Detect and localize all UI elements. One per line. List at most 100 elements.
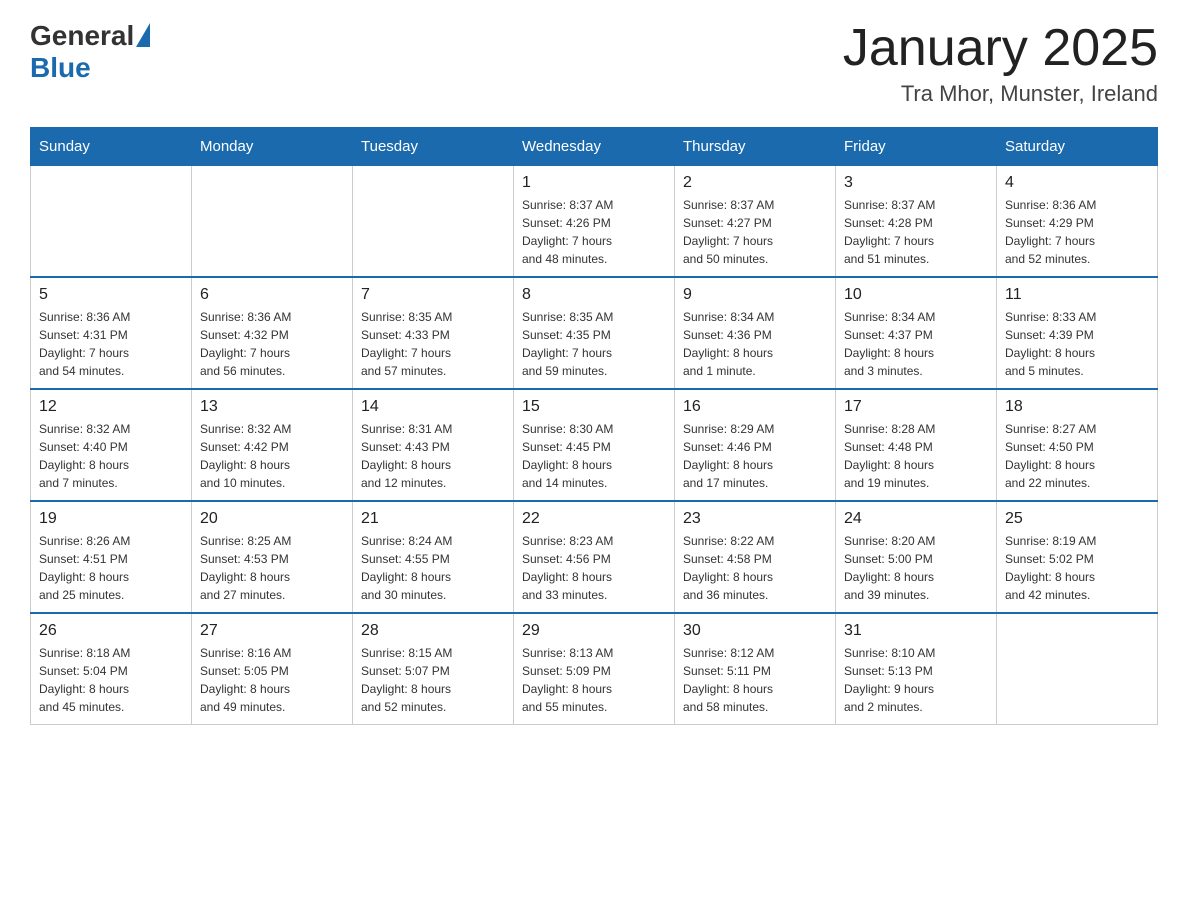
calendar-day-cell [353, 166, 514, 278]
calendar-day-cell: 31 Sunrise: 8:10 AM Sunset: 5:13 PM Dayli… [836, 613, 997, 725]
day-info: Sunrise: 8:27 AM Sunset: 4:50 PM Dayligh… [1005, 420, 1149, 492]
calendar-week-row: 1 Sunrise: 8:37 AM Sunset: 4:26 PM Daylig… [31, 166, 1158, 278]
calendar-day-cell: 28 Sunrise: 8:15 AM Sunset: 5:07 PM Dayli… [353, 613, 514, 725]
calendar-day-cell: 8 Sunrise: 8:35 AM Sunset: 4:35 PM Daylig… [514, 277, 675, 389]
calendar-day-cell: 24Sunrise: 8:20 AM Sunset: 5:00 PM Dayli… [836, 501, 997, 613]
calendar-week-row: 12 Sunrise: 8:32 AM Sunset: 4:40 PM Dayli… [31, 389, 1158, 501]
day-info: Sunrise: 8:18 AM Sunset: 5:04 PM Dayligh… [39, 644, 183, 716]
day-number: 1 [522, 174, 666, 192]
day-number: 9 [683, 286, 827, 304]
logo: General Blue [30, 20, 150, 84]
title-section: January 2025 Tra Mhor, Munster, Ireland [843, 20, 1158, 107]
calendar-day-cell: 2 Sunrise: 8:37 AM Sunset: 4:27 PM Daylig… [675, 166, 836, 278]
day-of-week-header: Sunday [31, 128, 192, 166]
calendar-day-cell: 27Sunrise: 8:16 AM Sunset: 5:05 PM Dayli… [192, 613, 353, 725]
calendar-day-cell: 10 Sunrise: 8:34 AM Sunset: 4:37 PM Dayli… [836, 277, 997, 389]
calendar-week-row: 26Sunrise: 8:18 AM Sunset: 5:04 PM Dayli… [31, 613, 1158, 725]
day-number: 23 [683, 510, 827, 528]
day-info: Sunrise: 8:37 AM Sunset: 4:28 PM Dayligh… [844, 196, 988, 268]
day-info: Sunrise: 8:13 AM Sunset: 5:09 PM Dayligh… [522, 644, 666, 716]
day-of-week-header: Wednesday [514, 128, 675, 166]
calendar-day-cell: 16 Sunrise: 8:29 AM Sunset: 4:46 PM Dayli… [675, 389, 836, 501]
logo-general-text: General [30, 20, 134, 52]
day-number: 29 [522, 622, 666, 640]
day-of-week-header: Saturday [997, 128, 1158, 166]
calendar-day-cell: 19Sunrise: 8:26 AM Sunset: 4:51 PM Dayli… [31, 501, 192, 613]
day-info: Sunrise: 8:34 AM Sunset: 4:36 PM Dayligh… [683, 308, 827, 380]
day-number: 21 [361, 510, 505, 528]
day-info: Sunrise: 8:30 AM Sunset: 4:45 PM Dayligh… [522, 420, 666, 492]
calendar-week-row: 5Sunrise: 8:36 AM Sunset: 4:31 PM Daylig… [31, 277, 1158, 389]
day-info: Sunrise: 8:22 AM Sunset: 4:58 PM Dayligh… [683, 532, 827, 604]
day-info: Sunrise: 8:20 AM Sunset: 5:00 PM Dayligh… [844, 532, 988, 604]
calendar-day-cell: 5Sunrise: 8:36 AM Sunset: 4:31 PM Daylig… [31, 277, 192, 389]
calendar-day-cell: 21Sunrise: 8:24 AM Sunset: 4:55 PM Dayli… [353, 501, 514, 613]
day-number: 4 [1005, 174, 1149, 192]
day-info: Sunrise: 8:28 AM Sunset: 4:48 PM Dayligh… [844, 420, 988, 492]
day-info: Sunrise: 8:36 AM Sunset: 4:31 PM Dayligh… [39, 308, 183, 380]
calendar-day-cell: 9 Sunrise: 8:34 AM Sunset: 4:36 PM Daylig… [675, 277, 836, 389]
calendar-day-cell: 6Sunrise: 8:36 AM Sunset: 4:32 PM Daylig… [192, 277, 353, 389]
day-number: 17 [844, 398, 988, 416]
logo-triangle-icon [136, 23, 150, 47]
day-info: Sunrise: 8:23 AM Sunset: 4:56 PM Dayligh… [522, 532, 666, 604]
day-of-week-header: Friday [836, 128, 997, 166]
calendar-day-cell [997, 613, 1158, 725]
day-info: Sunrise: 8:34 AM Sunset: 4:37 PM Dayligh… [844, 308, 988, 380]
day-of-week-header: Monday [192, 128, 353, 166]
day-number: 7 [361, 286, 505, 304]
day-number: 19 [39, 510, 183, 528]
calendar-day-cell: 14 Sunrise: 8:31 AM Sunset: 4:43 PM Dayli… [353, 389, 514, 501]
day-of-week-header: Thursday [675, 128, 836, 166]
calendar-day-cell: 18 Sunrise: 8:27 AM Sunset: 4:50 PM Dayli… [997, 389, 1158, 501]
day-number: 2 [683, 174, 827, 192]
day-number: 12 [39, 398, 183, 416]
day-number: 30 [683, 622, 827, 640]
calendar-day-cell: 13 Sunrise: 8:32 AM Sunset: 4:42 PM Dayli… [192, 389, 353, 501]
day-number: 16 [683, 398, 827, 416]
calendar-day-cell: 15 Sunrise: 8:30 AM Sunset: 4:45 PM Dayli… [514, 389, 675, 501]
day-info: Sunrise: 8:31 AM Sunset: 4:43 PM Dayligh… [361, 420, 505, 492]
day-number: 22 [522, 510, 666, 528]
day-number: 28 [361, 622, 505, 640]
day-info: Sunrise: 8:32 AM Sunset: 4:42 PM Dayligh… [200, 420, 344, 492]
calendar-day-cell: 12 Sunrise: 8:32 AM Sunset: 4:40 PM Dayli… [31, 389, 192, 501]
calendar-day-cell: 1 Sunrise: 8:37 AM Sunset: 4:26 PM Daylig… [514, 166, 675, 278]
day-info: Sunrise: 8:37 AM Sunset: 4:27 PM Dayligh… [683, 196, 827, 268]
calendar-day-cell: 29 Sunrise: 8:13 AM Sunset: 5:09 PM Dayli… [514, 613, 675, 725]
day-info: Sunrise: 8:37 AM Sunset: 4:26 PM Dayligh… [522, 196, 666, 268]
day-info: Sunrise: 8:32 AM Sunset: 4:40 PM Dayligh… [39, 420, 183, 492]
day-info: Sunrise: 8:25 AM Sunset: 4:53 PM Dayligh… [200, 532, 344, 604]
calendar-day-cell [31, 166, 192, 278]
day-number: 18 [1005, 398, 1149, 416]
day-number: 13 [200, 398, 344, 416]
day-info: Sunrise: 8:36 AM Sunset: 4:29 PM Dayligh… [1005, 196, 1149, 268]
day-number: 15 [522, 398, 666, 416]
day-info: Sunrise: 8:35 AM Sunset: 4:33 PM Dayligh… [361, 308, 505, 380]
calendar-day-cell: 22 Sunrise: 8:23 AM Sunset: 4:56 PM Dayli… [514, 501, 675, 613]
calendar-day-cell: 26Sunrise: 8:18 AM Sunset: 5:04 PM Dayli… [31, 613, 192, 725]
month-title: January 2025 [843, 20, 1158, 77]
day-number: 14 [361, 398, 505, 416]
calendar-header-row: SundayMondayTuesdayWednesdayThursdayFrid… [31, 128, 1158, 166]
day-info: Sunrise: 8:16 AM Sunset: 5:05 PM Dayligh… [200, 644, 344, 716]
calendar-day-cell: 30 Sunrise: 8:12 AM Sunset: 5:11 PM Dayli… [675, 613, 836, 725]
day-info: Sunrise: 8:12 AM Sunset: 5:11 PM Dayligh… [683, 644, 827, 716]
calendar-day-cell: 20 Sunrise: 8:25 AM Sunset: 4:53 PM Dayli… [192, 501, 353, 613]
day-of-week-header: Tuesday [353, 128, 514, 166]
calendar-week-row: 19Sunrise: 8:26 AM Sunset: 4:51 PM Dayli… [31, 501, 1158, 613]
day-number: 10 [844, 286, 988, 304]
day-number: 20 [200, 510, 344, 528]
day-info: Sunrise: 8:36 AM Sunset: 4:32 PM Dayligh… [200, 308, 344, 380]
day-info: Sunrise: 8:35 AM Sunset: 4:35 PM Dayligh… [522, 308, 666, 380]
calendar-day-cell: 17 Sunrise: 8:28 AM Sunset: 4:48 PM Dayli… [836, 389, 997, 501]
day-info: Sunrise: 8:29 AM Sunset: 4:46 PM Dayligh… [683, 420, 827, 492]
day-number: 8 [522, 286, 666, 304]
calendar-day-cell: 7 Sunrise: 8:35 AM Sunset: 4:33 PM Daylig… [353, 277, 514, 389]
day-info: Sunrise: 8:15 AM Sunset: 5:07 PM Dayligh… [361, 644, 505, 716]
location-title: Tra Mhor, Munster, Ireland [843, 81, 1158, 107]
logo-blue-text: Blue [30, 52, 150, 84]
day-number: 31 [844, 622, 988, 640]
day-info: Sunrise: 8:10 AM Sunset: 5:13 PM Dayligh… [844, 644, 988, 716]
day-number: 11 [1005, 286, 1149, 304]
